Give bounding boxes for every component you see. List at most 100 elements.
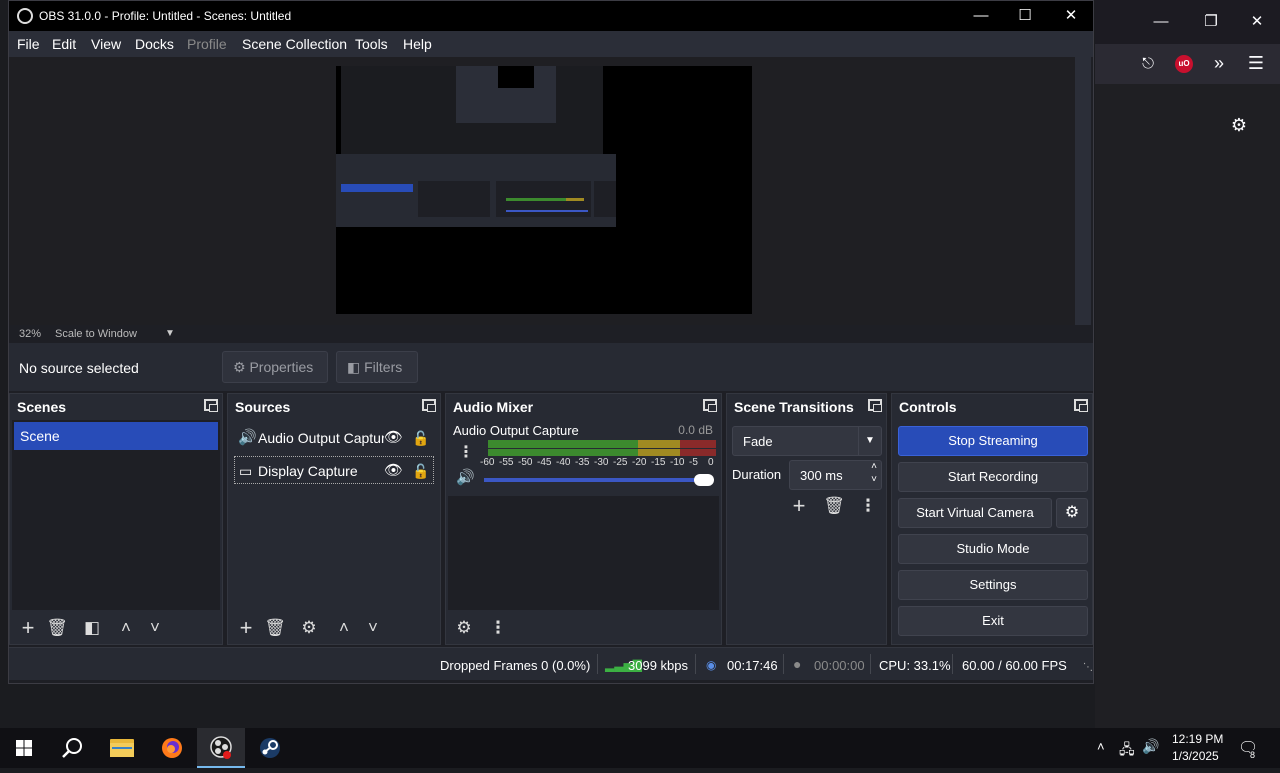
chevron-down-icon[interactable]: ▼ [165, 328, 175, 339]
add-scene-icon[interactable]: + [16, 616, 40, 640]
sources-title: Sources [235, 399, 291, 415]
maximize-icon[interactable]: ☐ [1005, 5, 1045, 27]
menu-view[interactable]: View [91, 36, 121, 52]
clock-date[interactable]: 1/3/2025 [1172, 749, 1219, 763]
restore-icon[interactable]: ❐ [1199, 10, 1223, 34]
windows-logo-icon [16, 740, 32, 756]
kebab-menu-icon[interactable]: ⋮ [458, 442, 474, 462]
kebab-menu-icon[interactable]: ⋮ [856, 494, 880, 518]
overflow-chevron-icon[interactable]: » [1207, 51, 1231, 75]
spin-down-icon[interactable]: ˅ [871, 474, 877, 485]
start-button[interactable] [0, 728, 48, 768]
tray-chevron-up-icon[interactable]: ˄ [1097, 739, 1105, 754]
steam-app[interactable] [246, 728, 294, 768]
studio-mode-button[interactable]: Studio Mode [898, 534, 1088, 564]
scenes-list: Scene [12, 420, 220, 610]
close-icon[interactable]: ✕ [1245, 10, 1269, 34]
float-dock-icon[interactable] [422, 399, 436, 412]
stop-streaming-button[interactable]: Stop Streaming [898, 426, 1088, 456]
float-dock-icon[interactable] [204, 399, 218, 412]
minimize-icon[interactable]: — [961, 5, 1001, 27]
eye-icon[interactable]: 👁 [384, 424, 403, 452]
virtual-camera-gear-icon[interactable]: ⚙ [1056, 498, 1088, 528]
trash-icon[interactable]: 🗑 [45, 616, 69, 640]
move-down-icon[interactable]: ˅ [143, 616, 167, 640]
folder-icon [110, 739, 134, 757]
start-recording-button[interactable]: Start Recording [898, 462, 1088, 492]
move-up-icon[interactable]: ˄ [114, 616, 138, 640]
network-icon[interactable]: 🖧 [1119, 739, 1135, 763]
add-source-icon[interactable]: + [234, 616, 258, 640]
eye-icon[interactable]: 👁 [384, 457, 403, 485]
search-button[interactable] [48, 728, 96, 768]
fps: 60.00 / 60.00 FPS [962, 658, 1067, 673]
volume-slider-handle[interactable] [694, 474, 714, 486]
menu-scene-collection[interactable]: Scene Collection [242, 36, 347, 52]
title-bar: OBS 31.0.0 - Profile: Untitled - Scenes:… [9, 1, 1093, 31]
stream-time: 00:17:46 [727, 658, 778, 673]
preview-scrollbar[interactable] [1075, 57, 1091, 325]
move-down-icon[interactable]: ˅ [361, 616, 385, 640]
controls-title: Controls [899, 399, 957, 415]
volume-icon[interactable]: 🔊 [1142, 738, 1159, 755]
firefox-app[interactable] [148, 728, 196, 768]
trash-icon[interactable]: 🗑 [822, 494, 846, 518]
clock-time[interactable]: 12:19 PM [1172, 732, 1223, 746]
browser-titlebar: — ❐ ✕ [1095, 0, 1280, 44]
ublock-icon[interactable]: uO [1175, 55, 1193, 73]
scale-mode-select[interactable]: Scale to Window [55, 328, 137, 340]
transition-value: Fade [743, 434, 773, 449]
advanced-audio-gear-icon[interactable]: ⚙ [452, 616, 476, 640]
menu-profile[interactable]: Profile [187, 36, 227, 52]
transition-select[interactable]: Fade ▼ [732, 426, 882, 456]
obs-app[interactable] [197, 728, 245, 768]
obs-window: OBS 31.0.0 - Profile: Untitled - Scenes:… [8, 0, 1094, 684]
move-up-icon[interactable]: ˄ [332, 616, 356, 640]
scene-item[interactable]: Scene [14, 422, 218, 450]
float-dock-icon[interactable] [703, 399, 717, 412]
extensions-icon[interactable]: ⎋ [1136, 52, 1160, 76]
spin-up-icon[interactable]: ˄ [871, 461, 877, 472]
close-icon[interactable]: ✕ [1051, 5, 1091, 27]
duration-label: Duration [732, 467, 782, 482]
mixer-channel: Audio Output Capture 0.0 dB ⋮ -60 -55 -50-… [448, 420, 719, 496]
speaker-icon[interactable]: 🔊 [456, 468, 475, 486]
meter-scale-label: -45 [537, 457, 552, 468]
cpu-usage: CPU: 33.1% [879, 658, 951, 673]
resize-grip-icon[interactable]: ⋱ [1083, 662, 1093, 673]
menu-file[interactable]: File [17, 36, 40, 52]
scene-filters-icon[interactable]: ◧ [80, 616, 104, 640]
source-item-display-capture[interactable]: ▭ Display Capture 👁 🔓 [234, 456, 434, 484]
filters-button[interactable]: ◧ Filters [336, 351, 418, 383]
bitrate: 3099 kbps [628, 658, 688, 673]
menu-tools[interactable]: Tools [355, 36, 388, 52]
gear-icon[interactable]: ⚙ [1227, 113, 1251, 137]
source-item-audio-output[interactable]: 🔊 Audio Output Captur 👁 🔓 [234, 424, 434, 452]
exit-button[interactable]: Exit [898, 606, 1088, 636]
lock-icon[interactable]: 🔓 [412, 457, 429, 485]
meter-scale-label: 0 [708, 457, 714, 468]
gear-icon[interactable]: ⚙ [297, 616, 321, 640]
add-transition-icon[interactable]: + [787, 494, 811, 518]
kebab-menu-icon[interactable]: ⋮ [486, 616, 510, 640]
file-explorer-app[interactable] [98, 728, 146, 768]
minimize-icon[interactable]: — [1149, 10, 1173, 34]
menu-edit[interactable]: Edit [52, 36, 76, 52]
float-dock-icon[interactable] [868, 399, 882, 412]
volume-meter-top [488, 440, 716, 448]
menu-docks[interactable]: Docks [135, 36, 174, 52]
volume-slider[interactable] [484, 474, 714, 486]
hamburger-menu-icon[interactable]: ☰ [1244, 51, 1268, 75]
lock-icon[interactable]: 🔓 [412, 424, 429, 452]
notification-icon[interactable]: 🗨 [1238, 738, 1258, 758]
trash-icon[interactable]: 🗑 [263, 616, 287, 640]
duration-spinbox[interactable]: 300 ms ˄ ˅ [789, 460, 882, 490]
float-dock-icon[interactable] [1074, 399, 1088, 412]
properties-button[interactable]: ⚙ Properties [222, 351, 328, 383]
start-virtual-camera-button[interactable]: Start Virtual Camera [898, 498, 1052, 528]
preview-canvas[interactable] [9, 57, 1075, 325]
menu-help[interactable]: Help [403, 36, 432, 52]
duration-value: 300 ms [800, 468, 843, 483]
settings-button[interactable]: Settings [898, 570, 1088, 600]
chevron-down-icon[interactable]: ▼ [858, 427, 881, 455]
